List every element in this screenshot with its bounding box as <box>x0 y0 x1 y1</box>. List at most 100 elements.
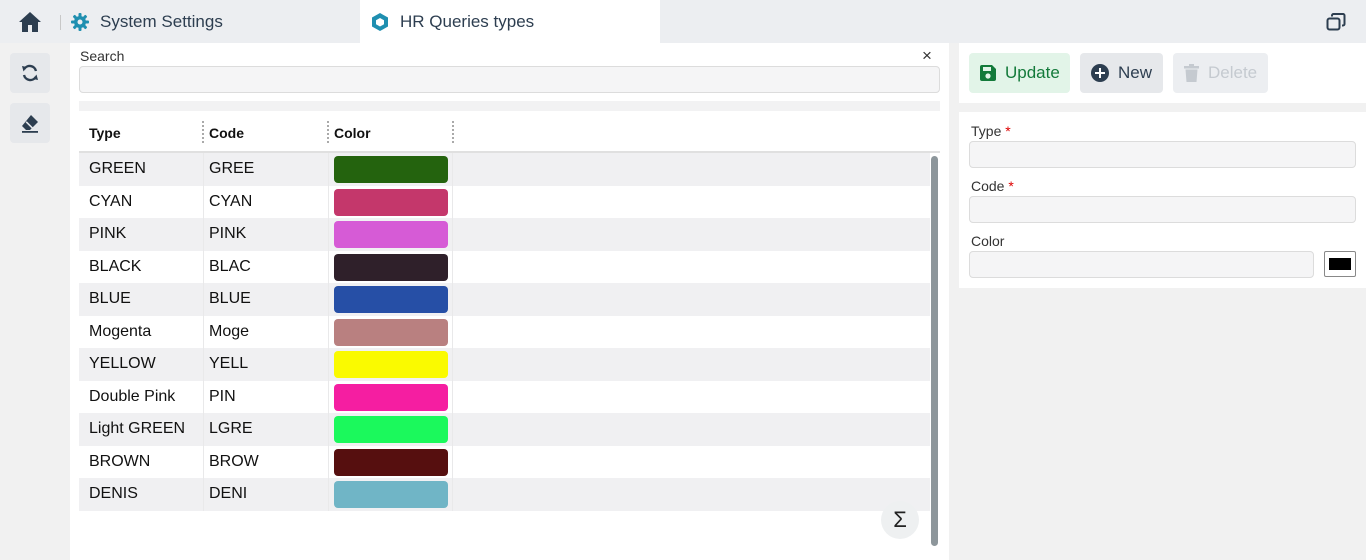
column-header-code[interactable]: Code <box>209 112 244 153</box>
tab-separator <box>60 15 61 30</box>
cell-divider <box>203 218 204 251</box>
cell-type: PINK <box>89 225 127 243</box>
table-row[interactable]: YELLOW YELL <box>79 348 930 381</box>
cell-divider <box>452 445 453 478</box>
cell-divider <box>452 413 453 446</box>
code-input[interactable] <box>969 196 1356 223</box>
color-picker-button[interactable] <box>1324 251 1356 277</box>
cell-divider <box>452 218 453 251</box>
cell-code: PIN <box>209 387 236 405</box>
cell-divider <box>328 445 329 478</box>
color-swatch <box>334 383 448 411</box>
table-row[interactable]: BROWN BROW <box>79 445 930 478</box>
cell-type: CYAN <box>89 192 133 210</box>
cell-divider <box>328 218 329 251</box>
hexagon-icon <box>372 12 388 31</box>
cell-divider <box>328 478 329 511</box>
table-row[interactable]: Mogenta Moge <box>79 315 930 348</box>
required-mark: * <box>1005 123 1011 139</box>
restore-window-icon[interactable] <box>1326 13 1346 36</box>
color-swatch <box>334 221 448 248</box>
cell-divider <box>452 185 453 218</box>
cell-divider <box>203 445 204 478</box>
left-toolbar <box>0 43 60 560</box>
plus-circle-icon <box>1091 64 1109 82</box>
cell-divider <box>328 250 329 283</box>
column-resize-handle[interactable] <box>452 121 454 143</box>
eraser-icon <box>22 115 38 133</box>
cell-divider <box>328 153 329 186</box>
cell-divider <box>203 153 204 186</box>
type-input[interactable] <box>969 141 1356 168</box>
grid-body: GREEN GREE CYAN CYAN PINK PINK BLACK BLAC BLUE BL… <box>79 153 930 511</box>
grid-header: Type Code Color <box>79 112 940 153</box>
tab-label: System Settings <box>100 11 223 31</box>
cell-divider <box>203 348 204 381</box>
color-picker-swatch <box>1329 258 1351 270</box>
search-input[interactable] <box>79 66 940 93</box>
column-header-color[interactable]: Color <box>334 112 371 153</box>
cell-divider <box>452 250 453 283</box>
refresh-button[interactable] <box>10 53 50 93</box>
cell-code: LGRE <box>209 420 253 438</box>
cell-code: BLUE <box>209 290 251 308</box>
column-resize-handle[interactable] <box>327 121 329 143</box>
gear-icon <box>71 12 89 31</box>
delete-button[interactable]: Delete <box>1173 53 1268 93</box>
table-row[interactable]: CYAN CYAN <box>79 185 930 218</box>
cell-type: DENIS <box>89 485 138 503</box>
table-row[interactable]: Light GREEN LGRE <box>79 413 930 446</box>
color-swatch <box>334 318 448 346</box>
table-row[interactable]: DENIS DENI <box>79 478 930 511</box>
close-icon[interactable]: × <box>922 46 932 66</box>
column-header-type[interactable]: Type <box>89 112 121 153</box>
update-button[interactable]: Update <box>969 53 1070 93</box>
cell-divider <box>328 315 329 348</box>
tab-hr-queries-types[interactable]: HR Queries types <box>360 0 660 43</box>
table-row[interactable]: BLACK BLAC <box>79 250 930 283</box>
refresh-icon <box>22 64 38 82</box>
cell-code: Moge <box>209 322 250 340</box>
tab-system-settings[interactable]: System Settings <box>70 0 223 43</box>
new-button[interactable]: New <box>1080 53 1163 93</box>
cell-divider <box>203 380 204 413</box>
cell-type: Double Pink <box>89 387 176 405</box>
cell-divider <box>203 315 204 348</box>
cell-code: BLAC <box>209 257 251 275</box>
cell-divider <box>328 283 329 316</box>
cell-divider <box>203 478 204 511</box>
cell-divider <box>452 283 453 316</box>
color-swatch <box>334 188 448 216</box>
column-resize-handle[interactable] <box>202 121 204 143</box>
search-label: Search <box>80 48 125 64</box>
home-icon[interactable] <box>18 11 42 33</box>
cell-type: GREEN <box>89 160 146 178</box>
type-label: Type * <box>971 123 1011 139</box>
cell-code: YELL <box>209 355 249 373</box>
table-row[interactable]: GREEN GREE <box>79 153 930 186</box>
cell-type: BLACK <box>89 257 142 275</box>
grid-panel: Search × Type Code Color GREEN GREE CYAN CY… <box>70 43 949 560</box>
type-label-text: Type <box>971 123 1002 139</box>
code-label-text: Code <box>971 178 1005 194</box>
color-swatch <box>334 253 448 281</box>
sigma-icon[interactable]: Σ <box>881 501 919 539</box>
form-toolbar: Update New Delete <box>959 43 1366 103</box>
edit-form: Type * Code * Color <box>959 112 1366 288</box>
group-panel <box>79 101 940 111</box>
tab-label: HR Queries types <box>400 11 535 31</box>
color-input[interactable] <box>969 251 1314 278</box>
cell-type: BLUE <box>89 290 131 308</box>
table-row[interactable]: Double Pink PIN <box>79 380 930 413</box>
vertical-scrollbar[interactable] <box>931 156 938 546</box>
color-swatch <box>334 156 448 183</box>
cell-divider <box>328 185 329 218</box>
color-swatch <box>334 351 448 378</box>
update-label: Update <box>1005 63 1060 82</box>
table-row[interactable]: PINK PINK <box>79 218 930 251</box>
table-row[interactable]: BLUE BLUE <box>79 283 930 316</box>
cell-type: Light GREEN <box>89 420 186 438</box>
clear-filter-button[interactable] <box>10 103 50 143</box>
required-mark: * <box>1008 178 1014 194</box>
tab-bar: System Settings HR Queries types <box>0 0 1366 43</box>
